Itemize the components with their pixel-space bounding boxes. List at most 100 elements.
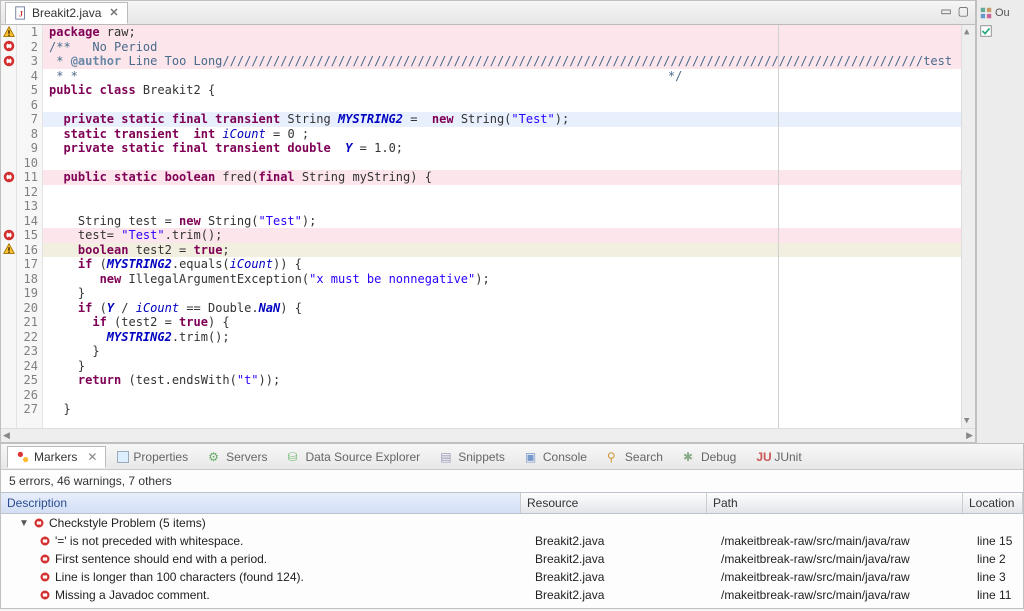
marker-path: /makeitbreak-raw/src/main/java/raw xyxy=(715,604,971,608)
line-number[interactable]: 10 xyxy=(17,156,38,171)
code-token: )); xyxy=(259,373,281,387)
error-icon[interactable] xyxy=(2,170,16,184)
line-number[interactable]: 5 xyxy=(17,83,38,98)
line-number[interactable]: 8 xyxy=(17,127,38,142)
view-tab-snippets[interactable]: ▤Snippets xyxy=(431,446,514,468)
error-icon[interactable] xyxy=(2,39,16,53)
problems-panel: Markers✕ Properties ⚙Servers ⛁Data Sourc… xyxy=(0,444,1024,609)
error-icon xyxy=(33,517,45,529)
view-tab-servers[interactable]: ⚙Servers xyxy=(199,446,276,468)
line-number[interactable]: 1 xyxy=(17,25,38,40)
code-token: .equals( xyxy=(172,257,230,271)
marker-resource: Breakit2.java xyxy=(529,550,715,568)
line-number[interactable]: 21 xyxy=(17,315,38,330)
view-tab-properties[interactable]: Properties xyxy=(108,446,197,468)
error-icon xyxy=(39,571,51,583)
outline-icon xyxy=(979,6,993,20)
markers-table-header: Description Resource Path Location xyxy=(1,492,1023,514)
markers-group-row[interactable]: ▼Checkstyle Problem (5 items) xyxy=(1,514,1023,532)
code-token: package xyxy=(49,25,100,39)
view-tab-label: Snippets xyxy=(458,450,505,464)
column-header-resource[interactable]: Resource xyxy=(521,493,707,513)
table-row[interactable]: Missing a Javadoc comment.Breakit2.java/… xyxy=(1,586,1023,604)
close-icon[interactable]: ✕ xyxy=(87,450,97,464)
marker-ruler[interactable] xyxy=(1,25,17,428)
error-icon[interactable] xyxy=(2,54,16,68)
view-tab-markers[interactable]: Markers✕ xyxy=(7,446,106,468)
table-row[interactable]: First sentence should end with a period.… xyxy=(1,550,1023,568)
line-number[interactable]: 23 xyxy=(17,344,38,359)
vertical-scrollbar[interactable] xyxy=(961,25,975,428)
line-number[interactable]: 18 xyxy=(17,272,38,287)
line-number[interactable]: 17 xyxy=(17,257,38,272)
line-number[interactable]: 12 xyxy=(17,185,38,200)
line-number[interactable]: 19 xyxy=(17,286,38,301)
table-row[interactable]: Missing package-info.java file.Breakit2.… xyxy=(1,604,1023,608)
line-number[interactable]: 13 xyxy=(17,199,38,214)
marker-desc: Missing package-info.java file. xyxy=(55,606,215,608)
close-icon[interactable]: ✕ xyxy=(109,6,118,19)
code-token: (test2 = xyxy=(107,315,179,329)
line-number[interactable]: 15 xyxy=(17,228,38,243)
line-number[interactable]: 14 xyxy=(17,214,38,229)
horizontal-scrollbar[interactable] xyxy=(1,428,975,442)
marker-resource: Breakit2.java xyxy=(529,586,715,604)
marker-path: /makeitbreak-raw/src/main/java/raw xyxy=(715,586,971,604)
table-row[interactable]: Line is longer than 100 characters (foun… xyxy=(1,568,1023,586)
line-number[interactable]: 4 xyxy=(17,69,38,84)
line-number[interactable]: 26 xyxy=(17,388,38,403)
line-number[interactable]: 6 xyxy=(17,98,38,113)
editor-tab-breakit2[interactable]: Breakit2.java ✕ xyxy=(5,2,128,24)
warning-icon[interactable] xyxy=(2,242,16,256)
code-token: if xyxy=(49,301,92,315)
line-number[interactable]: 2 xyxy=(17,40,38,55)
code-token: final xyxy=(259,170,295,184)
code-token: "Test" xyxy=(511,112,554,126)
line-number-ruler[interactable]: 1 2 3 4 5 6 7 8 9 10 11 12 13 14 15 16 1… xyxy=(17,25,43,428)
line-number[interactable]: 7 xyxy=(17,112,38,127)
line-number[interactable]: 22 xyxy=(17,330,38,345)
line-number[interactable]: 25 xyxy=(17,373,38,388)
code-token: No Period xyxy=(92,40,157,54)
column-header-description[interactable]: Description xyxy=(1,493,521,513)
line-number[interactable]: 9 xyxy=(17,141,38,156)
code-token: fred( xyxy=(215,170,258,184)
marker-desc: First sentence should end with a period. xyxy=(55,552,267,566)
code-token: Breakit2 { xyxy=(136,83,215,97)
chevron-down-icon[interactable]: ▼ xyxy=(19,518,29,529)
code-token: NaN xyxy=(259,301,281,315)
checklist-view-button[interactable] xyxy=(979,22,1022,40)
view-tab-debug[interactable]: ✱Debug xyxy=(674,446,745,468)
maximize-icon[interactable]: ▢ xyxy=(958,4,969,18)
code-token: boolean xyxy=(49,243,128,257)
console-icon: ▣ xyxy=(525,450,539,464)
column-header-location[interactable]: Location xyxy=(963,493,1023,513)
line-number[interactable]: 3 xyxy=(17,54,38,69)
marker-location: line 2 xyxy=(971,550,1023,568)
minimize-icon[interactable]: ▭ xyxy=(940,4,951,18)
warning-icon[interactable] xyxy=(2,25,16,39)
line-number[interactable]: 16 xyxy=(17,243,38,258)
line-number[interactable]: 27 xyxy=(17,402,38,417)
line-number[interactable]: 24 xyxy=(17,359,38,374)
code-token: if xyxy=(49,315,107,329)
column-header-path[interactable]: Path xyxy=(707,493,963,513)
view-tab-search[interactable]: ⚲Search xyxy=(598,446,672,468)
marker-desc: '=' is not preceded with whitespace. xyxy=(55,534,243,548)
code-content[interactable]: package raw; /** No Period * @author Lin… xyxy=(43,25,975,428)
line-number[interactable]: 11 xyxy=(17,170,38,185)
code-token: return xyxy=(49,373,121,387)
code-token: MYSTRING2 xyxy=(107,257,172,271)
markers-table-body: ▼Checkstyle Problem (5 items) '=' is not… xyxy=(1,514,1023,608)
table-row[interactable]: '=' is not preceded with whitespace.Brea… xyxy=(1,532,1023,550)
code-token: test2 = xyxy=(128,243,193,257)
outline-view-button[interactable]: Ou xyxy=(979,4,1022,22)
code-editor[interactable]: 1 2 3 4 5 6 7 8 9 10 11 12 13 14 15 16 1… xyxy=(1,25,975,428)
code-token: Y xyxy=(107,301,114,315)
line-number[interactable]: 20 xyxy=(17,301,38,316)
error-icon[interactable] xyxy=(2,228,16,242)
print-margin xyxy=(778,25,779,428)
view-tab-datasource[interactable]: ⛁Data Source Explorer xyxy=(278,446,429,468)
view-tab-console[interactable]: ▣Console xyxy=(516,446,596,468)
view-tab-junit[interactable]: JUJUnit xyxy=(747,446,810,468)
